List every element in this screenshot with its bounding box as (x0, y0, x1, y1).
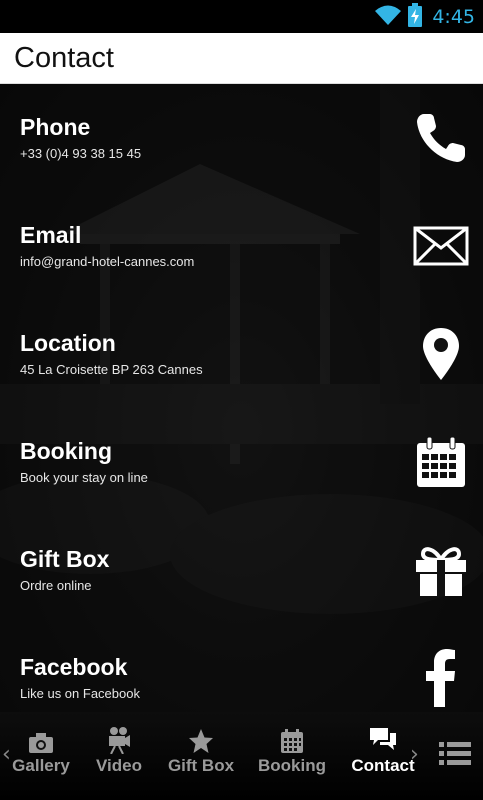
contact-item-gift-box[interactable]: Gift Box Ordre online (0, 516, 483, 624)
contact-item-facebook[interactable]: Facebook Like us on Facebook (0, 624, 483, 712)
calendar-icon (256, 722, 328, 754)
contact-item-title: Facebook (20, 654, 128, 680)
star-icon (166, 722, 236, 754)
map-pin-icon (411, 324, 471, 384)
tab-gift-box[interactable]: Gift Box (166, 722, 236, 792)
tab-gallery[interactable]: Gallery (10, 722, 72, 792)
gift-icon (411, 540, 471, 600)
status-icons: 4:45 (374, 0, 475, 33)
contact-item-title: Booking (20, 438, 112, 464)
contact-item-subtitle: +33 (0)4 93 38 15 45 (20, 146, 142, 161)
contact-item-subtitle: Book your stay on line (20, 470, 148, 485)
page-title: Contact (14, 42, 114, 74)
status-bar: 4:45 (0, 0, 483, 33)
contact-item-subtitle: Ordre online (20, 578, 92, 593)
menu-list-icon[interactable] (439, 740, 471, 768)
tab-label: Gift Box (167, 756, 235, 775)
phone-icon (411, 108, 471, 168)
video-camera-icon (92, 722, 146, 754)
calendar-icon (411, 432, 471, 492)
contact-item-title: Email (20, 222, 82, 248)
nav-next-arrow[interactable]: › (410, 742, 419, 767)
tab-label: Booking (258, 756, 326, 775)
contact-item-email[interactable]: Email info@grand-hotel-cannes.com (0, 192, 483, 300)
bottom-navigation: ‹ Gallery Video Gift Box Booking Contact… (0, 712, 483, 800)
tab-label: Contact (351, 756, 415, 775)
contact-item-title: Gift Box (20, 546, 110, 572)
tab-contact[interactable]: Contact (348, 722, 418, 792)
tab-label: Video (96, 756, 142, 775)
tab-video[interactable]: Video (92, 722, 146, 792)
envelope-icon (411, 216, 471, 276)
facebook-icon (411, 648, 471, 708)
contact-item-subtitle: 45 La Croisette BP 263 Cannes (20, 362, 203, 377)
tab-booking[interactable]: Booking (256, 722, 328, 792)
chat-bubbles-icon (348, 722, 418, 754)
contact-item-phone[interactable]: Phone +33 (0)4 93 38 15 45 (0, 84, 483, 192)
contact-item-location[interactable]: Location 45 La Croisette BP 263 Cannes (0, 300, 483, 408)
tab-label: Gallery (12, 756, 70, 775)
status-time: 4:45 (432, 5, 475, 28)
wifi-icon (374, 4, 402, 30)
contact-item-subtitle: Like us on Facebook (20, 686, 140, 701)
contact-item-subtitle: info@grand-hotel-cannes.com (20, 254, 195, 269)
title-bar: Contact (0, 33, 483, 84)
contact-item-title: Phone (20, 114, 91, 140)
contact-item-title: Location (20, 330, 116, 356)
contact-item-booking[interactable]: Booking Book your stay on line (0, 408, 483, 516)
battery-charging-icon (408, 2, 423, 31)
contact-list: Phone +33 (0)4 93 38 15 45 Email info@gr… (0, 84, 483, 712)
camera-icon (10, 722, 72, 754)
